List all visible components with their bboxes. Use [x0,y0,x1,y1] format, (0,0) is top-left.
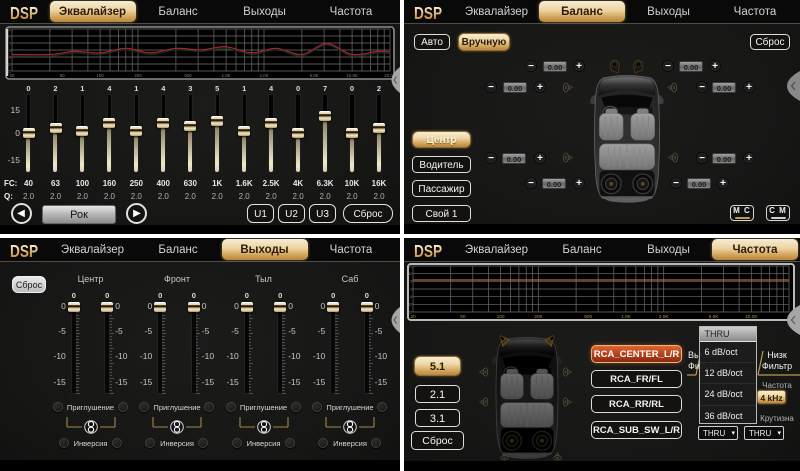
svg-text:2.0K: 2.0K [659,314,670,320]
svg-text:10.0K: 10.0K [346,73,358,78]
svg-text:5: 5 [410,280,412,284]
svg-text:10: 10 [408,272,412,276]
svg-text:15: 15 [408,264,412,268]
svg-text:200: 200 [534,314,542,320]
svg-text:5.0K: 5.0K [709,314,720,320]
svg-text:-10: -10 [407,303,412,307]
svg-text:1.0K: 1.0K [222,73,231,78]
svg-text:0: 0 [9,48,11,52]
svg-text:1.0K: 1.0K [621,314,632,320]
svg-text:100: 100 [497,314,505,320]
svg-text:-5: -5 [8,55,11,59]
svg-text:2.0K: 2.0K [259,73,268,78]
svg-text:500: 500 [584,314,592,320]
svg-text:-15: -15 [407,310,412,314]
svg-text:10: 10 [7,34,11,38]
svg-text:5: 5 [9,41,11,45]
svg-text:500: 500 [184,73,192,78]
svg-text:0: 0 [410,287,412,291]
svg-text:50: 50 [60,73,65,78]
svg-text:5.0K: 5.0K [310,73,319,78]
svg-text:20: 20 [410,314,416,320]
svg-text:10.0K: 10.0K [745,314,758,320]
svg-text:20: 20 [10,73,15,78]
svg-text:-5: -5 [409,295,412,299]
svg-text:200: 200 [134,73,142,78]
svg-text:15: 15 [7,27,11,31]
svg-text:100: 100 [96,73,104,78]
svg-text:50: 50 [460,314,466,320]
svg-text:-10: -10 [6,62,11,66]
